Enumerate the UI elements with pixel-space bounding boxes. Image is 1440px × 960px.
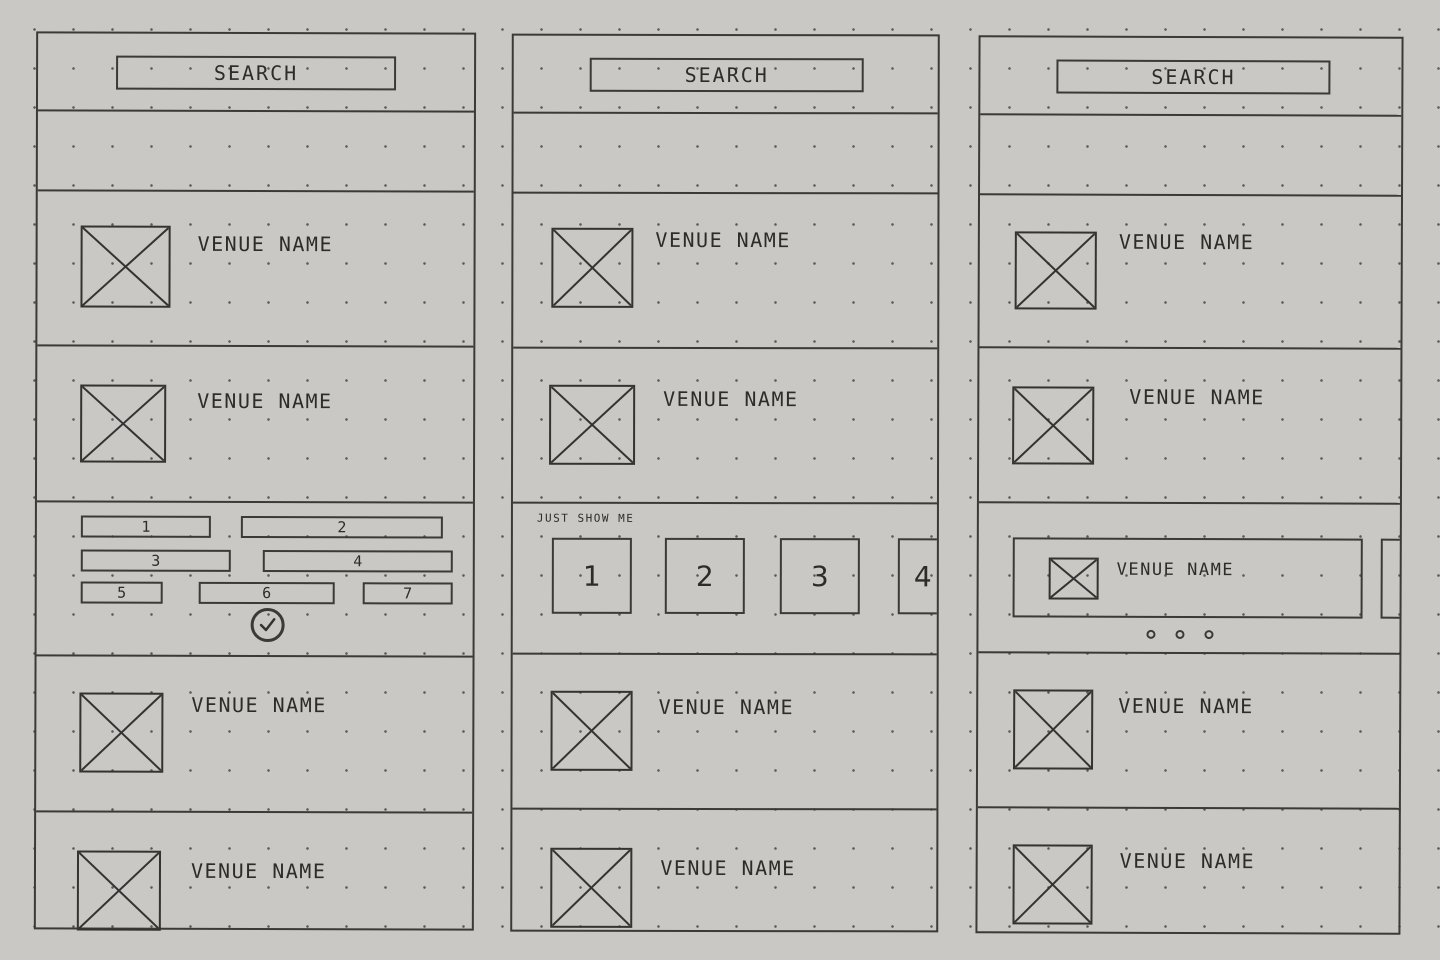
venue-name: VENUE NAME <box>655 227 791 253</box>
venue-row[interactable]: VENUE NAME <box>979 195 1402 350</box>
venue-image-placeholder <box>551 227 634 308</box>
header: SEARCH <box>980 37 1402 117</box>
filter-chip[interactable]: 1 <box>80 515 211 538</box>
venue-image-placeholder <box>1014 231 1097 310</box>
carousel-card[interactable]: VENUE NAME <box>1012 537 1363 619</box>
wireframe-1: SEARCH VENUE NAME VENUE NAME 1 2 3 4 5 6… <box>33 31 477 931</box>
pagination-dot[interactable] <box>1175 629 1185 639</box>
filter-chip[interactable]: 7 <box>362 582 453 605</box>
venue-row[interactable]: VENUE NAME <box>512 654 937 811</box>
header: SEARCH <box>37 33 475 113</box>
banner-area <box>37 111 474 193</box>
venue-row[interactable]: VENUE NAME <box>978 348 1401 505</box>
venue-row[interactable]: VENUE NAME <box>512 810 936 933</box>
venue-image-placeholder <box>1013 689 1094 770</box>
search-bar[interactable]: SEARCH <box>1056 59 1331 95</box>
venue-row[interactable]: VENUE NAME <box>36 656 473 814</box>
venue-name: VENUE NAME <box>663 386 799 412</box>
venue-name: VENUE NAME <box>1118 693 1254 719</box>
venue-name: VENUE NAME <box>660 855 796 881</box>
pagination-dot[interactable] <box>1204 630 1214 640</box>
wireframe-3: SEARCH VENUE NAME VENUE NAME VENUE NAME <box>975 35 1404 935</box>
venue-image-placeholder <box>80 384 167 463</box>
carousel-section: VENUE NAME <box>978 503 1400 655</box>
venue-image-placeholder <box>76 850 162 931</box>
banner-area <box>980 115 1402 197</box>
venue-name: VENUE NAME <box>197 388 333 414</box>
filter-chip[interactable]: 4 <box>262 550 453 573</box>
venue-name: VENUE NAME <box>1118 229 1255 255</box>
header: SEARCH <box>513 35 938 115</box>
carousel-pagination[interactable] <box>1146 629 1214 640</box>
venue-row[interactable]: VENUE NAME <box>513 193 938 350</box>
venue-image-placeholder <box>1048 557 1099 600</box>
venue-row[interactable]: VENUE NAME <box>512 348 938 505</box>
venue-name: VENUE NAME <box>197 231 334 257</box>
filter-chip[interactable]: 2 <box>240 515 443 539</box>
filter-section: 1 2 3 4 5 6 7 <box>36 502 473 658</box>
venue-row[interactable]: VENUE NAME <box>36 346 474 504</box>
pagination-dot[interactable] <box>1146 629 1156 639</box>
filter-label: JUST SHOW ME <box>536 511 635 525</box>
venue-name: VENUE NAME <box>1119 848 1256 874</box>
venue-row[interactable]: VENUE NAME <box>37 191 474 348</box>
venue-image-placeholder <box>1012 844 1093 925</box>
search-label: SEARCH <box>213 60 299 86</box>
venue-name: VENUE NAME <box>190 858 327 884</box>
search-bar[interactable]: SEARCH <box>116 55 397 91</box>
venue-image-placeholder <box>550 690 633 771</box>
filter-tile[interactable]: 4 <box>897 538 937 615</box>
venue-row[interactable]: VENUE NAME <box>977 808 1398 934</box>
search-label: SEARCH <box>684 62 769 88</box>
venue-image-placeholder <box>549 384 636 465</box>
venue-name: VENUE NAME <box>191 692 327 718</box>
filter-section: JUST SHOW ME 1 2 3 4 <box>512 503 937 656</box>
venue-row[interactable]: VENUE NAME <box>977 653 1400 810</box>
filter-chip[interactable]: 3 <box>80 549 231 572</box>
venue-image-placeholder <box>1012 386 1095 465</box>
venue-row[interactable]: VENUE NAME <box>36 812 472 931</box>
search-bar[interactable]: SEARCH <box>589 57 864 93</box>
checkmark-icon[interactable] <box>250 607 285 643</box>
venue-image-placeholder <box>550 847 633 928</box>
venue-name: VENUE NAME <box>658 694 795 720</box>
venue-image-placeholder <box>79 692 164 773</box>
filter-chip[interactable]: 6 <box>198 581 335 605</box>
filter-tile[interactable]: 2 <box>664 537 745 615</box>
wireframe-2: SEARCH VENUE NAME VENUE NAME JUST SHOW M… <box>510 33 940 933</box>
filter-tile[interactable]: 3 <box>779 538 860 615</box>
venue-image-placeholder <box>80 225 171 308</box>
venue-name: VENUE NAME <box>1129 384 1265 410</box>
filter-chip[interactable]: 5 <box>80 581 163 604</box>
venue-name: VENUE NAME <box>1116 559 1235 581</box>
carousel-card-next[interactable] <box>1380 538 1400 619</box>
search-label: SEARCH <box>1151 64 1236 90</box>
filter-tile[interactable]: 1 <box>551 537 632 614</box>
banner-area <box>513 113 938 195</box>
